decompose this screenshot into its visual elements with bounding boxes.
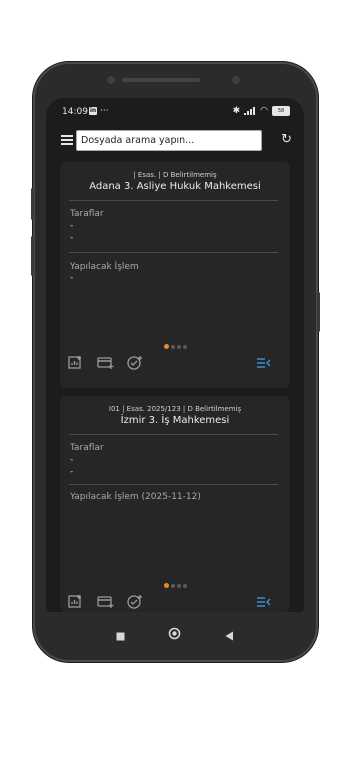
case-card[interactable]: | Esas. | D Belirtilmemiş Adana 3. Asliy… [60, 162, 290, 388]
phone-speaker [122, 78, 200, 82]
home-icon[interactable] [168, 625, 181, 644]
app-screen: 14:09 in ··· ✱ ◠ 58 ↻ | Esas. | D Belirt… [46, 98, 304, 612]
signal-icon [244, 107, 256, 115]
parties-label: Taraflar [70, 443, 104, 453]
add-task-icon[interactable] [127, 355, 143, 370]
refresh-icon[interactable]: ↻ [281, 132, 292, 147]
add-task-icon[interactable] [127, 594, 143, 609]
divider [69, 484, 278, 485]
case-meta: I01 | Esas. 2025/123 | D Belirtilmemiş [108, 405, 242, 413]
todo-value: - [70, 273, 74, 283]
playlist-close-icon[interactable] [256, 357, 271, 369]
page-indicator[interactable] [60, 573, 290, 592]
add-payment-icon[interactable] [97, 356, 114, 370]
playlist-close-icon[interactable] [256, 596, 271, 608]
phone-power-button [317, 292, 320, 332]
phone-camera [107, 76, 115, 84]
party-value: - [70, 233, 74, 243]
todo-label: Yapılacak İşlem [70, 262, 139, 272]
app-toolbar: ↻ [46, 128, 304, 154]
todo-label: Yapılacak İşlem (2025-11-12) [70, 492, 201, 502]
court-name: İzmir 3. İş Mahkemesi [120, 415, 230, 426]
divider [69, 252, 278, 253]
search-input[interactable] [76, 130, 262, 151]
phone-side-button [31, 188, 34, 220]
status-icons: ✱ ◠ 58 [233, 106, 290, 116]
divider [69, 200, 278, 201]
recents-icon[interactable] [116, 626, 125, 645]
phone-side-button [31, 236, 34, 276]
more-notifications-icon: ··· [100, 106, 109, 116]
bluetooth-icon: ✱ [232, 106, 241, 116]
system-nav-bar [46, 612, 304, 652]
status-bar: 14:09 in ··· ✱ ◠ 58 [46, 98, 304, 124]
parties-label: Taraflar [70, 209, 104, 219]
linkedin-notification-icon: in [89, 107, 97, 115]
case-card[interactable]: I01 | Esas. 2025/123 | D Belirtilmemiş İ… [60, 396, 290, 612]
phone-sensor [232, 76, 240, 84]
party-value: - [70, 467, 74, 477]
court-name: Adana 3. Asliye Hukuk Mahkemesi [89, 181, 261, 192]
menu-icon[interactable] [61, 135, 73, 145]
add-payment-icon[interactable] [97, 595, 114, 609]
case-meta: | Esas. | D Belirtilmemiş [133, 171, 217, 179]
party-value: - [70, 455, 74, 465]
battery-icon: 58 [272, 106, 290, 116]
page-indicator[interactable] [60, 334, 290, 353]
back-icon[interactable] [225, 626, 234, 645]
add-chart-icon[interactable] [68, 594, 83, 609]
status-time: 14:09 [62, 107, 88, 117]
add-chart-icon[interactable] [68, 355, 83, 370]
party-value: - [70, 221, 74, 231]
divider [69, 434, 278, 435]
wifi-icon: ◠ [260, 106, 268, 116]
